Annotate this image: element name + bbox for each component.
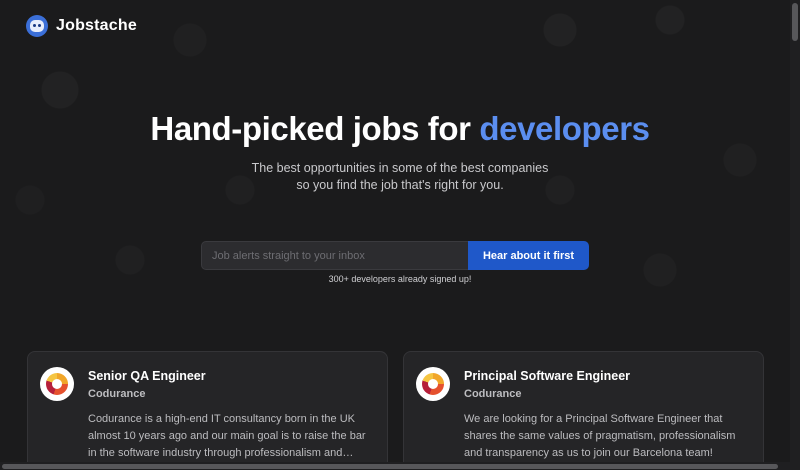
hero-title-main: Hand-picked jobs for [150,110,480,147]
site-header: Jobstache [26,15,137,37]
hero-title-accent: developers [479,110,650,147]
vertical-scrollbar-thumb[interactable] [792,3,798,41]
vertical-scrollbar[interactable] [790,0,800,470]
hero-subtitle: The best opportunities in some of the be… [0,160,800,194]
robot-logo-icon[interactable] [26,15,48,37]
codurance-logo-icon [40,367,74,401]
signup-count-text: 300+ developers already signed up! [328,274,472,284]
job-company: Codurance [88,388,146,400]
codurance-logo-icon [416,367,450,401]
job-title[interactable]: Senior QA Engineer [88,369,206,383]
horizontal-scrollbar[interactable] [0,462,790,470]
horizontal-scrollbar-thumb[interactable] [2,464,778,469]
job-alert-form: Hear about it first [201,241,589,270]
hero-subtitle-line1: The best opportunities in some of the be… [251,161,549,175]
job-card[interactable]: Senior QA Engineer Codurance Codurance i… [27,351,388,470]
job-description: We are looking for a Principal Software … [464,413,736,459]
email-input[interactable] [201,241,468,270]
subscribe-button[interactable]: Hear about it first [468,241,589,270]
job-title[interactable]: Principal Software Engineer [464,369,630,383]
job-card[interactable]: Principal Software Engineer Codurance We… [403,351,764,470]
job-description: Codurance is a high-end IT consultancy b… [88,413,366,459]
job-company: Codurance [464,388,522,400]
hero-title: Hand-picked jobs for developers [0,110,800,148]
hero-subtitle-line2: so you find the job that's right for you… [296,178,504,192]
brand-name[interactable]: Jobstache [56,17,137,35]
